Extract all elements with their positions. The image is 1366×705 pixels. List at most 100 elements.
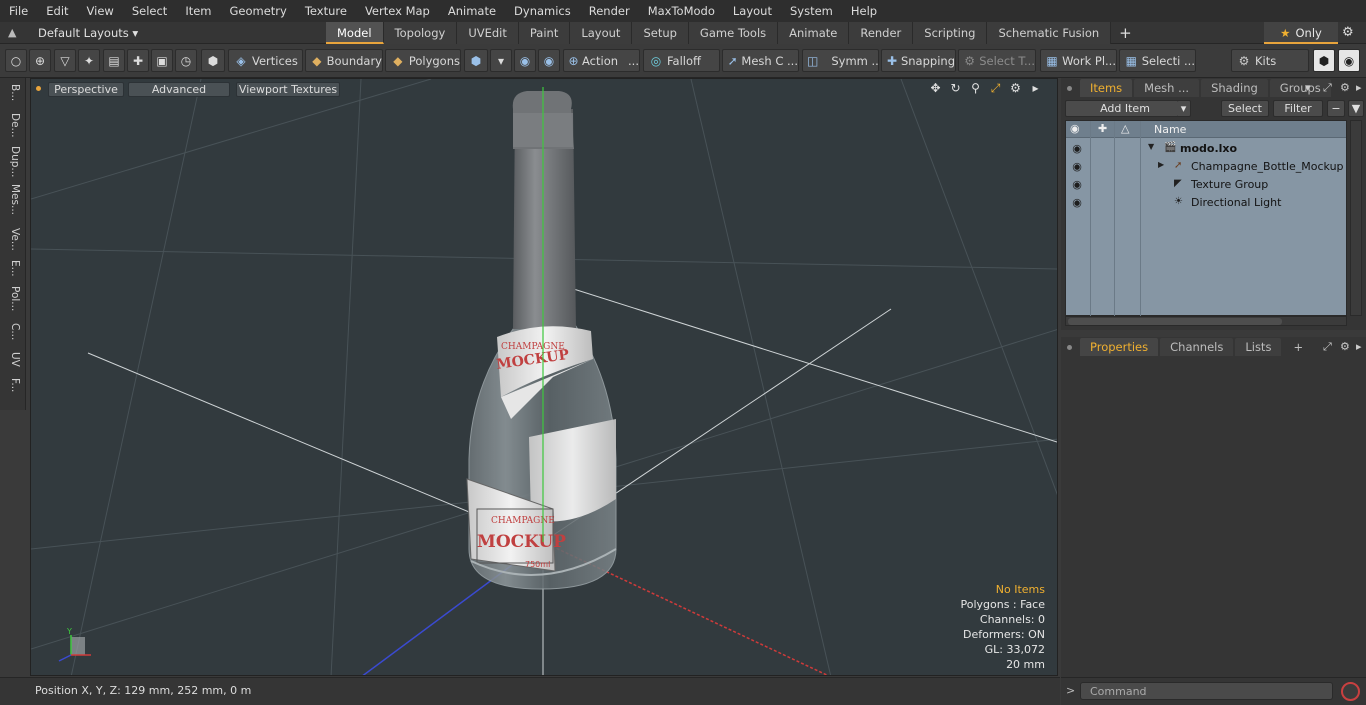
gear-icon[interactable]: ⚙ <box>1342 25 1358 41</box>
items-panel-popout-icon[interactable]: ⤢ <box>1323 81 1332 95</box>
add-item-button[interactable]: Add Item <box>1065 100 1185 117</box>
menu-maxtomodo[interactable]: MaxToModo <box>639 0 724 22</box>
items-panel-dropdown-icon[interactable]: ▾ <box>1305 81 1311 94</box>
select-through-button[interactable]: ⚙ Select T... <box>958 49 1036 72</box>
viewport-scene[interactable]: CHAMPAGNE MOCKUP CHAMPAGNE MOCKUP 750ml … <box>31 79 1058 676</box>
filter-button[interactable]: Filter <box>1273 100 1323 117</box>
pen-button[interactable]: ▽ <box>54 49 76 72</box>
eye-icon[interactable]: ◉ <box>1071 161 1083 173</box>
left-tab-vertex[interactable]: Ve... <box>3 228 21 251</box>
left-tab-deform[interactable]: De... <box>3 113 21 138</box>
funnel-icon[interactable]: ▼ <box>1348 100 1364 117</box>
tab-mesh[interactable]: Mesh ... <box>1134 79 1200 97</box>
collapse-icon[interactable]: − <box>1327 100 1345 117</box>
menu-geometry[interactable]: Geometry <box>221 0 296 22</box>
material-dropdown[interactable]: ▾ <box>490 49 512 72</box>
shield-a-button[interactable]: ◉ <box>514 49 536 72</box>
command-input[interactable]: Command <box>1080 682 1333 700</box>
only-toggle[interactable]: ★ Only <box>1264 22 1338 44</box>
unity-button[interactable]: ⬢ <box>1313 49 1335 72</box>
tab-layout[interactable]: Layout <box>570 22 633 44</box>
eye-icon[interactable]: ◉ <box>1071 197 1083 209</box>
zoom-view-icon[interactable]: ⚲ <box>968 81 983 96</box>
menu-dynamics[interactable]: Dynamics <box>505 0 580 22</box>
circle-select-button[interactable]: ○ <box>5 49 27 72</box>
champagne-bottle[interactable] <box>466 91 617 590</box>
tree-row[interactable]: ◉ ☀ Directional Light <box>1066 194 1346 212</box>
tree-horizontal-scrollbar[interactable] <box>1065 316 1347 326</box>
tab-groups[interactable]: Groups <box>1269 79 1331 97</box>
menu-layout[interactable]: Layout <box>724 0 781 22</box>
tab-shading[interactable]: Shading <box>1201 79 1268 97</box>
polygons-button[interactable]: ◆ Polygons <box>385 49 461 72</box>
brush-button[interactable]: ✦ <box>78 49 100 72</box>
left-tab-mesh-edit[interactable]: Mes... <box>3 184 21 215</box>
clock-button[interactable]: ◷ <box>175 49 197 72</box>
tab-model[interactable]: Model <box>326 22 384 44</box>
frame-button[interactable]: ▣ <box>151 49 173 72</box>
menu-system[interactable]: System <box>781 0 842 22</box>
tree-row[interactable]: ◉ ▶ ➚ Champagne_Bottle_Mockup <box>1066 158 1346 176</box>
globe-button[interactable]: ⊕ <box>29 49 51 72</box>
menu-item[interactable]: Item <box>176 0 220 22</box>
expand-arrow-icon[interactable]: ▶ <box>1158 160 1164 169</box>
mesh-constraints-button[interactable]: ➚ Mesh C ... <box>722 49 799 72</box>
left-tab-uv[interactable]: UV <box>3 352 21 367</box>
viewport-textures-button[interactable]: Viewport Textures <box>236 82 340 97</box>
fit-view-icon[interactable]: ⤢ <box>988 81 1003 96</box>
left-tab-edge[interactable]: E... <box>3 260 21 277</box>
tree-vertical-scrollbar[interactable] <box>1350 120 1362 316</box>
perspective-button[interactable]: Perspective <box>48 82 124 97</box>
left-tab-basic[interactable]: B... <box>3 84 21 101</box>
tree-row[interactable]: ◉ ▼ 🎬 modo.lxo <box>1066 140 1346 158</box>
tab-items[interactable]: Items <box>1080 79 1133 97</box>
select-button[interactable]: Select <box>1221 100 1269 117</box>
menu-select[interactable]: Select <box>123 0 176 22</box>
properties-gear-icon[interactable]: ⚙ <box>1340 340 1350 353</box>
unreal-button[interactable]: ◉ <box>1338 49 1360 72</box>
work-plane-button[interactable]: ▦ Work Pl... <box>1040 49 1117 72</box>
menu-view[interactable]: View <box>78 0 123 22</box>
name-column-header[interactable]: Name <box>1154 123 1186 136</box>
tab-render[interactable]: Render <box>849 22 914 44</box>
left-tab-duplicate[interactable]: Dup... <box>3 146 21 177</box>
move-view-icon[interactable]: ✥ <box>928 81 943 96</box>
command-history-icon[interactable]: > <box>1066 684 1075 697</box>
menu-vertex-map[interactable]: Vertex Map <box>356 0 439 22</box>
menu-render[interactable]: Render <box>580 0 639 22</box>
selection-sets-button[interactable]: ▦ Selecti ... <box>1119 49 1196 72</box>
default-layouts-dropdown[interactable]: Default Layouts ▾ <box>38 22 138 44</box>
eye-icon[interactable]: ◉ <box>1071 143 1083 155</box>
menu-help[interactable]: Help <box>842 0 886 22</box>
align-button[interactable]: ▤ <box>103 49 125 72</box>
symmetry-button[interactable]: ◫ Symm ... <box>802 49 879 72</box>
advanced-button[interactable]: Advanced <box>128 82 230 97</box>
rotate-view-icon[interactable]: ↻ <box>948 81 963 96</box>
menu-file[interactable]: File <box>0 0 37 22</box>
material-button[interactable]: ⬢ <box>464 49 488 72</box>
tab-properties[interactable]: Properties <box>1080 338 1159 356</box>
boundary-button[interactable]: ◆ Boundary <box>305 49 383 72</box>
item-mode-button[interactable]: ⬢ <box>201 49 225 72</box>
lock-column-icon[interactable]: ✚ <box>1098 122 1107 135</box>
tab-uvedit[interactable]: UVEdit <box>457 22 519 44</box>
record-macro-icon[interactable] <box>1341 682 1360 701</box>
tree-row[interactable]: ◉ ◤ Texture Group <box>1066 176 1346 194</box>
items-panel-gear-icon[interactable]: ⚙ <box>1340 81 1350 94</box>
viewport-expand-icon[interactable]: ▸ <box>1028 81 1043 96</box>
center-button[interactable]: ✚ <box>127 49 149 72</box>
menu-animate[interactable]: Animate <box>439 0 505 22</box>
tab-topology[interactable]: Topology <box>383 22 458 44</box>
left-tab-curve[interactable]: C... <box>3 323 21 340</box>
kits-button[interactable]: ⚙ Kits <box>1231 49 1309 72</box>
items-panel-menu-dot[interactable] <box>1067 85 1072 91</box>
3d-viewport[interactable]: CHAMPAGNE MOCKUP CHAMPAGNE MOCKUP 750ml … <box>30 78 1058 676</box>
properties-panel-menu-dot[interactable] <box>1067 344 1072 350</box>
menu-texture[interactable]: Texture <box>296 0 356 22</box>
snapping-button[interactable]: ✚ Snapping <box>881 49 956 72</box>
vertices-button[interactable]: ◈ Vertices <box>228 49 303 72</box>
shield-b-button[interactable]: ◉ <box>538 49 560 72</box>
add-tab-icon[interactable]: + <box>1111 22 1140 44</box>
tab-channels[interactable]: Channels <box>1160 338 1234 356</box>
left-tab-fusion[interactable]: F... <box>3 378 21 392</box>
